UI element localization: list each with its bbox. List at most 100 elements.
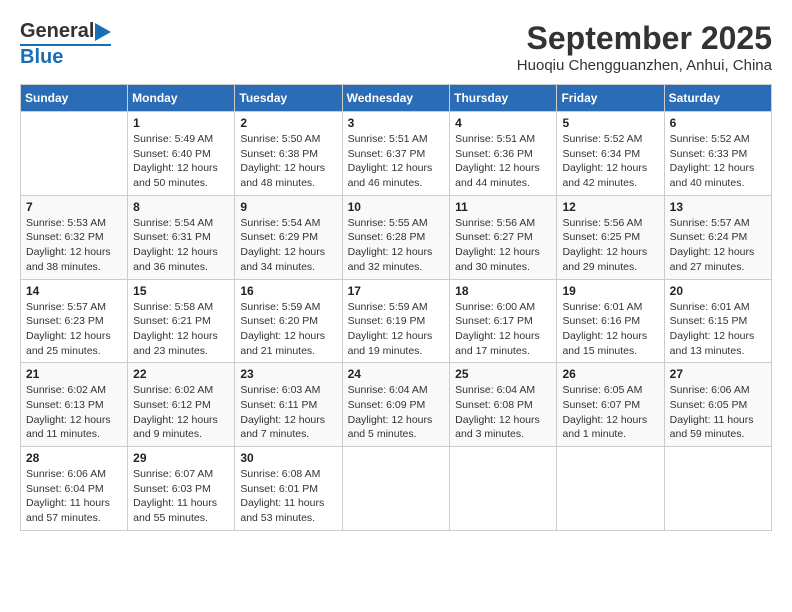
- logo-arrow-icon: [95, 23, 111, 41]
- day-cell: 25Sunrise: 6:04 AM Sunset: 6:08 PM Dayli…: [450, 363, 557, 447]
- day-info: Sunrise: 5:52 AM Sunset: 6:33 PM Dayligh…: [670, 132, 766, 191]
- day-info: Sunrise: 5:53 AM Sunset: 6:32 PM Dayligh…: [26, 216, 122, 275]
- day-info: Sunrise: 6:08 AM Sunset: 6:01 PM Dayligh…: [240, 467, 336, 526]
- day-number: 6: [670, 116, 766, 130]
- day-number: 22: [133, 367, 229, 381]
- day-number: 15: [133, 284, 229, 298]
- day-info: Sunrise: 5:56 AM Sunset: 6:25 PM Dayligh…: [562, 216, 658, 275]
- header-cell-monday: Monday: [128, 85, 235, 112]
- day-cell: 18 Sunrise: 6:00 AM Sunset: 6:17 PM Dayli…: [450, 279, 557, 363]
- day-number: 23: [240, 367, 336, 381]
- day-info: Sunrise: 6:07 AM Sunset: 6:03 PM Dayligh…: [133, 467, 229, 526]
- day-info: Sunrise: 5:57 AM Sunset: 6:23 PM Dayligh…: [26, 300, 122, 359]
- day-number: 27: [670, 367, 766, 381]
- header-cell-thursday: Thursday: [450, 85, 557, 112]
- day-info: Sunrise: 5:55 AM Sunset: 6:28 PM Dayligh…: [348, 216, 445, 275]
- day-info: Sunrise: 6:06 AM Sunset: 6:04 PM Dayligh…: [26, 467, 122, 526]
- day-cell: 11 Sunrise: 5:56 AM Sunset: 6:27 PM Dayli…: [450, 195, 557, 279]
- day-info: Sunrise: 5:56 AM Sunset: 6:27 PM Dayligh…: [455, 216, 551, 275]
- header-cell-friday: Friday: [557, 85, 664, 112]
- title-block: September 2025 Huoqiu Chengguanzhen, Anh…: [517, 20, 772, 74]
- day-cell: 6 Sunrise: 5:52 AM Sunset: 6:33 PM Daylig…: [664, 112, 771, 196]
- day-cell: 20Sunrise: 6:01 AM Sunset: 6:15 PM Dayli…: [664, 279, 771, 363]
- day-number: 19: [562, 284, 658, 298]
- day-cell: 4 Sunrise: 5:51 AM Sunset: 6:36 PM Daylig…: [450, 112, 557, 196]
- day-number: 10: [348, 200, 445, 214]
- day-number: 2: [240, 116, 336, 130]
- day-number: 21: [26, 367, 122, 381]
- day-cell: [557, 447, 664, 531]
- day-number: 16: [240, 284, 336, 298]
- day-cell: 29 Sunrise: 6:07 AM Sunset: 6:03 PM Dayli…: [128, 447, 235, 531]
- day-info: Sunrise: 6:05 AM Sunset: 6:07 PM Dayligh…: [562, 383, 658, 442]
- logo: General Blue: [20, 20, 111, 69]
- day-info: Sunrise: 5:59 AM Sunset: 6:20 PM Dayligh…: [240, 300, 336, 359]
- day-number: 1: [133, 116, 229, 130]
- day-info: Sunrise: 6:00 AM Sunset: 6:17 PM Dayligh…: [455, 300, 551, 359]
- day-cell: 22Sunrise: 6:02 AM Sunset: 6:12 PM Dayli…: [128, 363, 235, 447]
- day-number: 29: [133, 451, 229, 465]
- day-info: Sunrise: 5:58 AM Sunset: 6:21 PM Dayligh…: [133, 300, 229, 359]
- week-row-4: 21 Sunrise: 6:02 AM Sunset: 6:13 PM Dayli…: [21, 363, 772, 447]
- day-number: 18: [455, 284, 551, 298]
- day-cell: 27 Sunrise: 6:06 AM Sunset: 6:05 PM Dayli…: [664, 363, 771, 447]
- day-cell: 17Sunrise: 5:59 AM Sunset: 6:19 PM Dayli…: [342, 279, 450, 363]
- header-row: SundayMondayTuesdayWednesdayThursdayFrid…: [21, 85, 772, 112]
- day-number: 3: [348, 116, 445, 130]
- day-info: Sunrise: 6:02 AM Sunset: 6:13 PM Dayligh…: [26, 383, 122, 442]
- day-number: 11: [455, 200, 551, 214]
- day-cell: 13 Sunrise: 5:57 AM Sunset: 6:24 PM Dayli…: [664, 195, 771, 279]
- day-info: Sunrise: 5:50 AM Sunset: 6:38 PM Dayligh…: [240, 132, 336, 191]
- week-row-3: 14 Sunrise: 5:57 AM Sunset: 6:23 PM Dayli…: [21, 279, 772, 363]
- calendar-table: SundayMondayTuesdayWednesdayThursdayFrid…: [20, 84, 772, 531]
- day-number: 24: [348, 367, 445, 381]
- logo-general-text: General: [20, 20, 94, 43]
- week-row-1: 1 Sunrise: 5:49 AM Sunset: 6:40 PM Daylig…: [21, 112, 772, 196]
- day-number: 20: [670, 284, 766, 298]
- header-cell-sunday: Sunday: [21, 85, 128, 112]
- day-cell: 1 Sunrise: 5:49 AM Sunset: 6:40 PM Daylig…: [128, 112, 235, 196]
- day-info: Sunrise: 5:54 AM Sunset: 6:29 PM Dayligh…: [240, 216, 336, 275]
- day-number: 13: [670, 200, 766, 214]
- day-number: 12: [562, 200, 658, 214]
- day-cell: 8 Sunrise: 5:54 AM Sunset: 6:31 PM Daylig…: [128, 195, 235, 279]
- header-cell-tuesday: Tuesday: [235, 85, 342, 112]
- day-number: 25: [455, 367, 551, 381]
- day-info: Sunrise: 6:04 AM Sunset: 6:09 PM Dayligh…: [348, 383, 445, 442]
- day-number: 9: [240, 200, 336, 214]
- week-row-2: 7 Sunrise: 5:53 AM Sunset: 6:32 PM Daylig…: [21, 195, 772, 279]
- day-number: 8: [133, 200, 229, 214]
- day-number: 4: [455, 116, 551, 130]
- day-cell: 16 Sunrise: 5:59 AM Sunset: 6:20 PM Dayli…: [235, 279, 342, 363]
- day-cell: 3 Sunrise: 5:51 AM Sunset: 6:37 PM Daylig…: [342, 112, 450, 196]
- day-info: Sunrise: 6:01 AM Sunset: 6:16 PM Dayligh…: [562, 300, 658, 359]
- day-info: Sunrise: 6:06 AM Sunset: 6:05 PM Dayligh…: [670, 383, 766, 442]
- day-info: Sunrise: 5:59 AM Sunset: 6:19 PM Dayligh…: [348, 300, 445, 359]
- day-info: Sunrise: 5:51 AM Sunset: 6:37 PM Dayligh…: [348, 132, 445, 191]
- day-cell: 2 Sunrise: 5:50 AM Sunset: 6:38 PM Daylig…: [235, 112, 342, 196]
- calendar-header: SundayMondayTuesdayWednesdayThursdayFrid…: [21, 85, 772, 112]
- day-number: 30: [240, 451, 336, 465]
- day-cell: 28 Sunrise: 6:06 AM Sunset: 6:04 PM Dayli…: [21, 447, 128, 531]
- day-info: Sunrise: 5:51 AM Sunset: 6:36 PM Dayligh…: [455, 132, 551, 191]
- day-cell: 23 Sunrise: 6:03 AM Sunset: 6:11 PM Dayli…: [235, 363, 342, 447]
- day-info: Sunrise: 6:03 AM Sunset: 6:11 PM Dayligh…: [240, 383, 336, 442]
- week-row-5: 28 Sunrise: 6:06 AM Sunset: 6:04 PM Dayli…: [21, 447, 772, 531]
- day-info: Sunrise: 5:52 AM Sunset: 6:34 PM Dayligh…: [562, 132, 658, 191]
- day-number: 7: [26, 200, 122, 214]
- day-cell: 7 Sunrise: 5:53 AM Sunset: 6:32 PM Daylig…: [21, 195, 128, 279]
- day-number: 26: [562, 367, 658, 381]
- day-info: Sunrise: 5:57 AM Sunset: 6:24 PM Dayligh…: [670, 216, 766, 275]
- header-cell-wednesday: Wednesday: [342, 85, 450, 112]
- page-title: September 2025: [517, 20, 772, 57]
- day-cell: 12 Sunrise: 5:56 AM Sunset: 6:25 PM Dayli…: [557, 195, 664, 279]
- day-cell: 15 Sunrise: 5:58 AM Sunset: 6:21 PM Dayli…: [128, 279, 235, 363]
- day-number: 28: [26, 451, 122, 465]
- page-header: General Blue September 2025 Huoqiu Cheng…: [20, 20, 772, 74]
- day-number: 5: [562, 116, 658, 130]
- header-cell-saturday: Saturday: [664, 85, 771, 112]
- day-number: 14: [26, 284, 122, 298]
- day-info: Sunrise: 5:49 AM Sunset: 6:40 PM Dayligh…: [133, 132, 229, 191]
- day-info: Sunrise: 5:54 AM Sunset: 6:31 PM Dayligh…: [133, 216, 229, 275]
- logo-blue-text: Blue: [20, 46, 63, 68]
